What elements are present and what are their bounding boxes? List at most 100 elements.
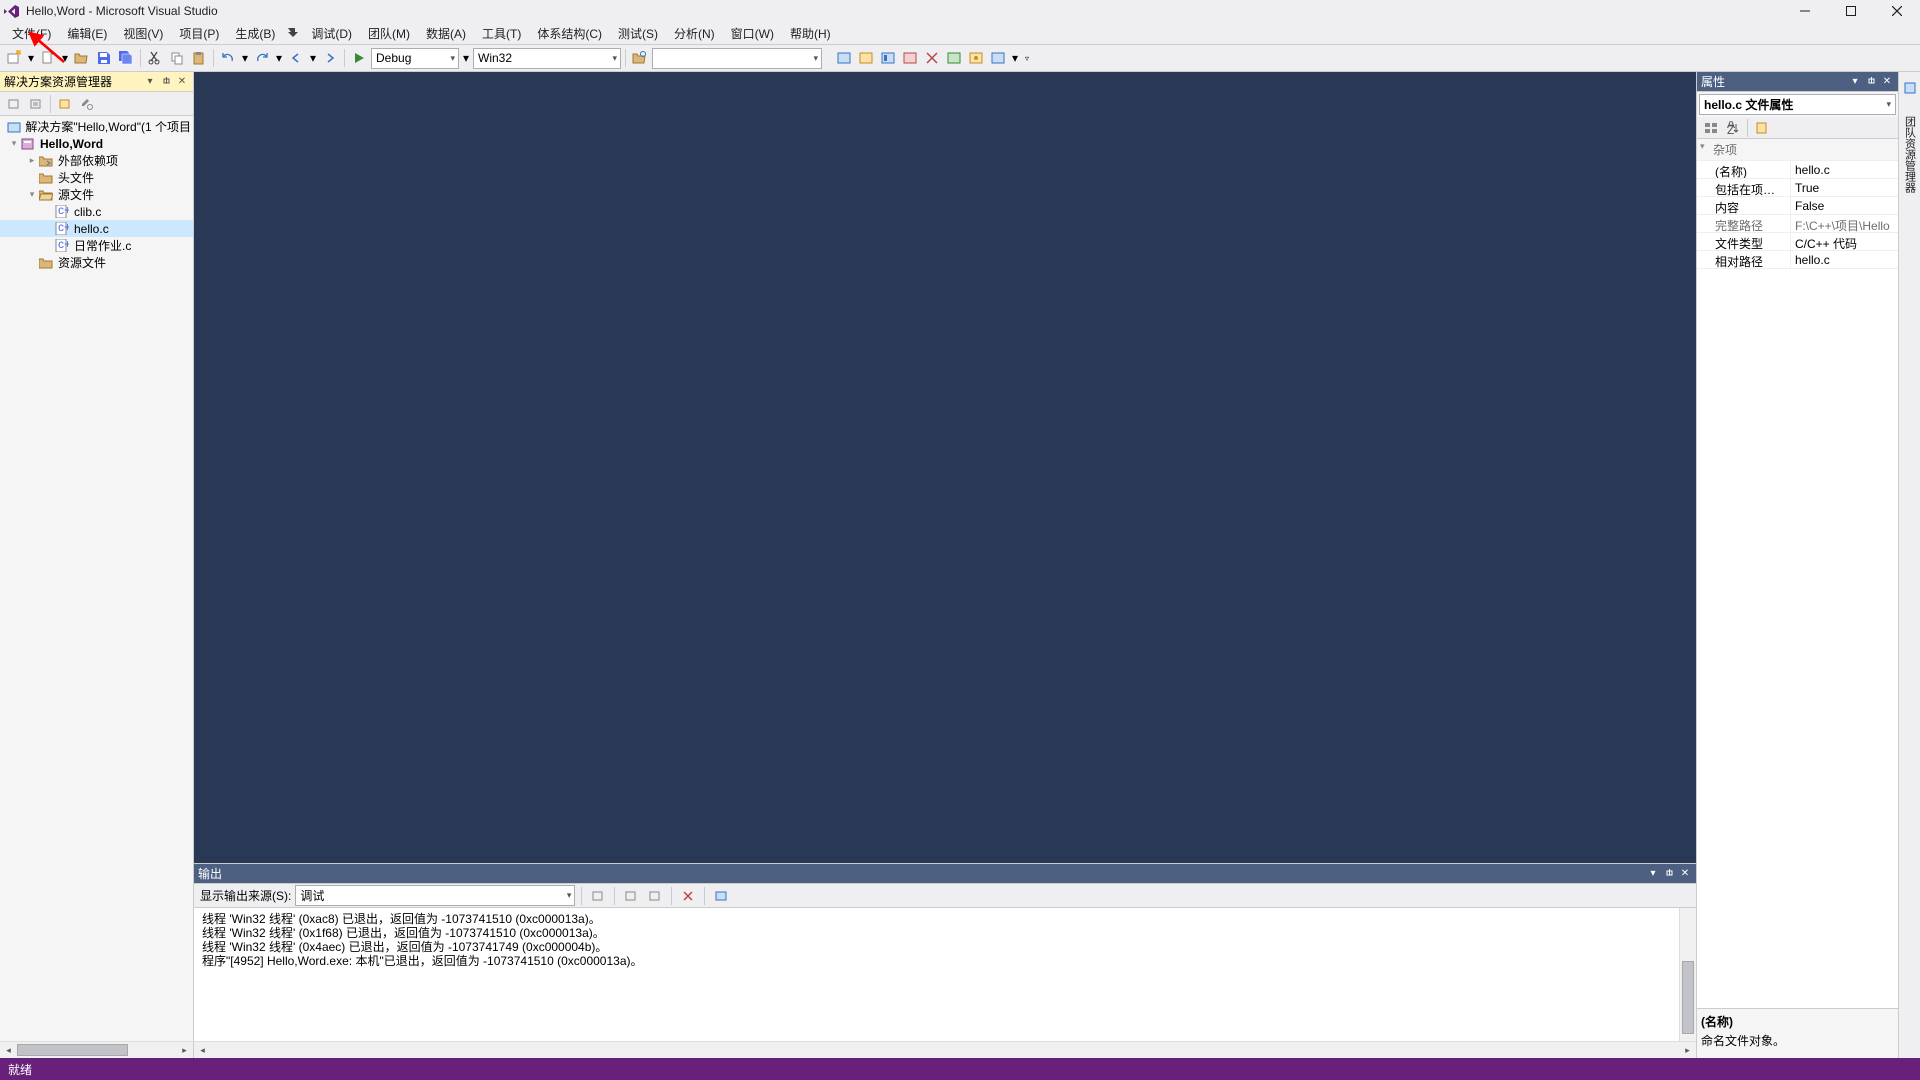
prop-row[interactable]: 相对路径hello.c [1697,251,1898,269]
prop-category[interactable]: 杂项 [1697,139,1898,161]
prop-value[interactable]: C/C++ 代码 [1791,233,1898,250]
menu-build[interactable]: 生成(B) [227,23,283,44]
collapse-icon[interactable]: ▾ [8,138,20,149]
prop-row[interactable]: 文件类型C/C++ 代码 [1697,233,1898,251]
tree-folder-headers[interactable]: 头文件 [0,169,193,186]
collapsed-tab-icon[interactable] [1900,78,1920,98]
undo-button[interactable] [218,48,238,68]
panel-pin-button[interactable] [1864,75,1878,89]
close-button[interactable] [1874,0,1920,22]
menu-project[interactable]: 项目(P) [171,23,227,44]
minimize-button[interactable] [1782,0,1828,22]
nav-back-button[interactable] [286,48,306,68]
collapse-icon[interactable]: ▾ [26,189,38,200]
redo-dropdown[interactable]: ▾ [274,48,284,68]
save-all-button[interactable] [116,48,136,68]
nav-fwd-button[interactable] [320,48,340,68]
panel-close-button[interactable]: ✕ [175,75,189,89]
prop-pages-button[interactable] [1752,118,1772,138]
menu-view[interactable]: 视图(V) [115,23,171,44]
output-header[interactable]: 输出 ▾ ✕ [194,864,1696,884]
prop-row[interactable]: (名称)hello.c [1697,161,1898,179]
tb-ext-drop[interactable]: ▾ [1010,48,1020,68]
menu-icon-1[interactable] [283,23,303,43]
find-in-files-button[interactable] [630,48,650,68]
tree-file-clib[interactable]: c+ clib.c [0,203,193,220]
menu-edit[interactable]: 编辑(E) [59,23,115,44]
menu-help[interactable]: 帮助(H) [782,23,839,44]
open-file-button[interactable] [72,48,92,68]
tb-ext-5[interactable] [922,48,942,68]
start-debug-button[interactable] [349,48,369,68]
new-project-button[interactable] [4,48,24,68]
tree-file-hello[interactable]: c+ hello.c [0,220,193,237]
panel-dropdown-button[interactable]: ▾ [1848,75,1862,89]
scroll-right-icon[interactable]: ▸ [176,1045,193,1056]
menu-file[interactable]: 文件(F) [4,23,59,44]
panel-pin-button[interactable] [1662,867,1676,881]
redo-button[interactable] [252,48,272,68]
panel-dropdown-button[interactable]: ▾ [143,75,157,89]
output-btn-3[interactable] [645,886,665,906]
se-hscroll[interactable]: ◂ ▸ [0,1041,193,1058]
tb-ext-4[interactable] [900,48,920,68]
prop-value[interactable]: hello.c [1791,251,1898,268]
output-source-combo[interactable]: 调试▾ [295,885,575,906]
nav-back-dropdown[interactable]: ▾ [308,48,318,68]
prop-categorized-button[interactable] [1701,118,1721,138]
output-wrap-button[interactable] [711,886,731,906]
prop-row[interactable]: 包括在项目中True [1697,179,1898,197]
menu-tools[interactable]: 工具(T) [474,23,529,44]
cut-button[interactable] [145,48,165,68]
menu-arch[interactable]: 体系结构(C) [529,23,610,44]
output-clear-button[interactable] [678,886,698,906]
maximize-button[interactable] [1828,0,1874,22]
prop-value[interactable]: False [1791,197,1898,214]
panel-pin-button[interactable] [159,75,173,89]
tb-ext-6[interactable] [944,48,964,68]
scroll-left-icon[interactable]: ◂ [194,1045,211,1056]
panel-close-button[interactable]: ✕ [1678,867,1692,881]
properties-object-combo[interactable]: hello.c 文件属性 ▾ [1699,94,1896,115]
prop-value[interactable]: hello.c [1791,161,1898,178]
tree-file-daily[interactable]: c+ 日常作业.c [0,237,193,254]
copy-button[interactable] [167,48,187,68]
config-extra[interactable]: ▾ [461,48,471,68]
config-combo[interactable]: Debug▾ [371,48,459,69]
se-show-all-button[interactable] [55,94,75,114]
menu-debug[interactable]: 调试(D) [303,23,360,44]
panel-dropdown-button[interactable]: ▾ [1646,867,1660,881]
platform-combo[interactable]: Win32▾ [473,48,621,69]
se-properties-button[interactable] [77,94,97,114]
properties-header[interactable]: 属性 ▾ ✕ [1697,72,1898,92]
tree-folder-resources[interactable]: 资源文件 [0,254,193,271]
tree-project-node[interactable]: ▾ Hello,Word [0,135,193,152]
se-home-button[interactable] [4,94,24,114]
prop-row[interactable]: 内容False [1697,197,1898,215]
new-dropdown[interactable]: ▾ [26,48,36,68]
scroll-right-icon[interactable]: ▸ [1679,1045,1696,1056]
tree-folder-ext[interactable]: ▸ 外部依赖项 [0,152,193,169]
tb-ext-1[interactable] [834,48,854,68]
menu-window[interactable]: 窗口(W) [723,23,782,44]
team-explorer-tab[interactable]: 团队资源管理器 [1900,110,1920,199]
solution-explorer-header[interactable]: 解决方案资源管理器 ▾ ✕ [0,72,193,92]
save-button[interactable] [94,48,114,68]
tb-ext-7[interactable] [966,48,986,68]
tb-overflow[interactable]: ▿ [1022,48,1032,68]
output-text[interactable]: 线程 'Win32 线程' (0xac8) 已退出，返回值为 -10737415… [194,908,1696,1041]
prop-value[interactable]: True [1791,179,1898,196]
add-item-button[interactable] [38,48,58,68]
output-btn-1[interactable] [588,886,608,906]
editor-hscroll[interactable]: ◂ ▸ [194,1041,1696,1058]
find-combo[interactable]: ▾ [652,48,822,69]
prop-alpha-button[interactable]: AZ [1723,118,1743,138]
paste-button[interactable] [189,48,209,68]
undo-dropdown[interactable]: ▾ [240,48,250,68]
add-dropdown[interactable]: ▾ [60,48,70,68]
tb-ext-3[interactable] [878,48,898,68]
editor-area[interactable] [194,72,1696,863]
prop-row[interactable]: 完整路径F:\C++\项目\Hello [1697,215,1898,233]
output-btn-2[interactable] [621,886,641,906]
tree-solution-node[interactable]: 解决方案"Hello,Word"(1 个项目 [0,118,193,135]
